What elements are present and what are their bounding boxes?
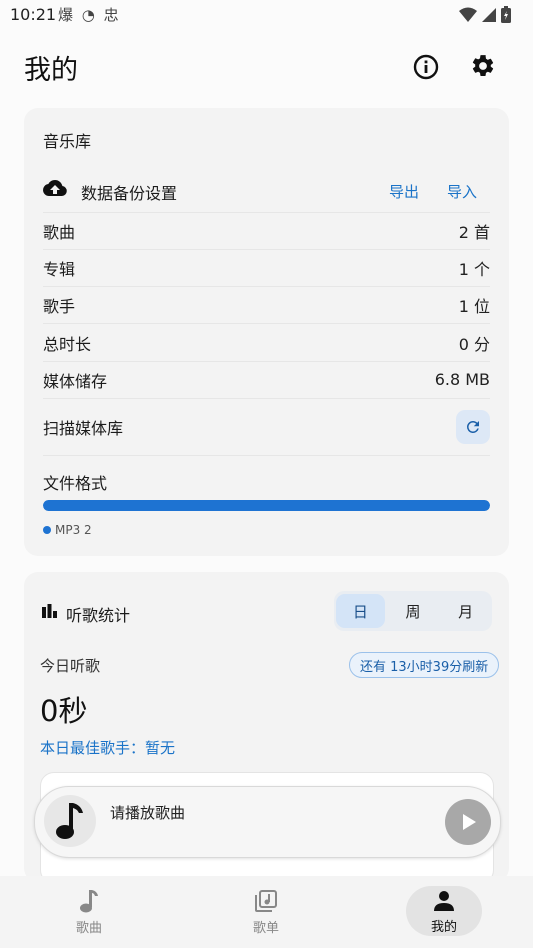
refresh-icon [466,420,479,433]
stat-value: 1 个 [458,259,490,279]
stat-row-storage: 媒体储存 6.8 MB [43,361,490,399]
wifi-icon [459,7,477,22]
stat-row-songs: 歌曲 2 首 [43,212,490,250]
file-format-legend: MP3 2 [43,523,92,537]
music-note-icon [80,889,98,912]
stat-label: 歌手 [43,296,76,316]
scan-library-row: 扫描媒体库 [43,398,490,456]
backup-label: 数据备份设置 [81,184,178,203]
refresh-countdown-badge: 还有 13小时39分刷新 [349,652,500,678]
legend-dot [43,526,51,534]
play-button[interactable] [445,799,491,845]
mini-player[interactable] [34,786,501,858]
music-note-icon [56,803,83,839]
stat-value: 2 首 [458,222,490,242]
listening-duration: 0秒 [40,694,88,728]
scan-label: 扫描媒体库 [43,418,124,438]
status-bar: 10:21 爆 ◔ 忠 [0,0,533,30]
play-icon [463,814,476,830]
status-time: 10:21 [10,5,57,24]
import-button[interactable]: 导入 [447,181,477,202]
stat-label: 专辑 [43,259,76,279]
nav-label: 我的 [430,919,457,935]
period-selector: 日 周 月 [334,591,492,631]
nav-item-songs[interactable]: 歌曲 [44,876,134,948]
period-tab-day[interactable]: 日 [336,594,385,628]
cloud-upload-icon [43,180,67,196]
listening-stats-title: 听歌统计 [66,606,131,625]
file-format-bar [43,500,490,511]
status-app-icons: 爆 ◔ 忠 [58,6,121,24]
nav-item-playlists[interactable]: 歌单 [221,876,311,948]
stat-label: 总时长 [43,334,92,354]
music-library-title: 音乐库 [43,132,92,151]
period-tab-week[interactable]: 周 [389,594,438,628]
today-listening-label: 今日听歌 [40,657,101,675]
stat-value: 6.8 MB [434,370,490,389]
nav-label: 歌单 [252,920,279,936]
scan-refresh-button[interactable] [456,409,490,444]
stat-value: 1 位 [458,296,490,316]
bar-chart-icon [42,604,57,618]
album-cover [44,795,96,847]
info-button[interactable] [409,50,443,84]
info-icon [413,54,439,80]
legend-label: MP3 2 [55,523,92,537]
nav-item-mine[interactable]: 我的 [399,876,489,948]
signal-icon [482,7,496,22]
file-format-title: 文件格式 [43,474,108,493]
nav-label: 歌曲 [75,920,102,936]
period-tab-month[interactable]: 月 [441,594,490,628]
backup-row: 数据备份设置 导出 导入 [43,176,490,213]
settings-button[interactable] [466,49,500,83]
file-format-bar-fill [43,500,490,511]
stat-row-albums: 专辑 1 个 [43,249,490,287]
bottom-nav: 歌曲 歌单 我的 [0,876,533,948]
best-artist: 本日最佳歌手：暂无 [40,739,176,757]
playlist-icon [255,889,277,912]
stat-label: 歌曲 [43,222,76,242]
gear-icon [472,55,494,76]
status-right-icons [459,6,511,23]
battery-icon [501,6,511,23]
player-prompt: 请播放歌曲 [110,804,186,822]
stat-value: 0 分 [458,334,490,354]
person-icon [434,890,454,911]
stat-label: 媒体储存 [43,371,108,391]
stat-row-artists: 歌手 1 位 [43,286,490,324]
export-button[interactable]: 导出 [389,181,419,202]
page-title: 我的 [24,55,78,86]
stat-row-duration: 总时长 0 分 [43,324,490,362]
